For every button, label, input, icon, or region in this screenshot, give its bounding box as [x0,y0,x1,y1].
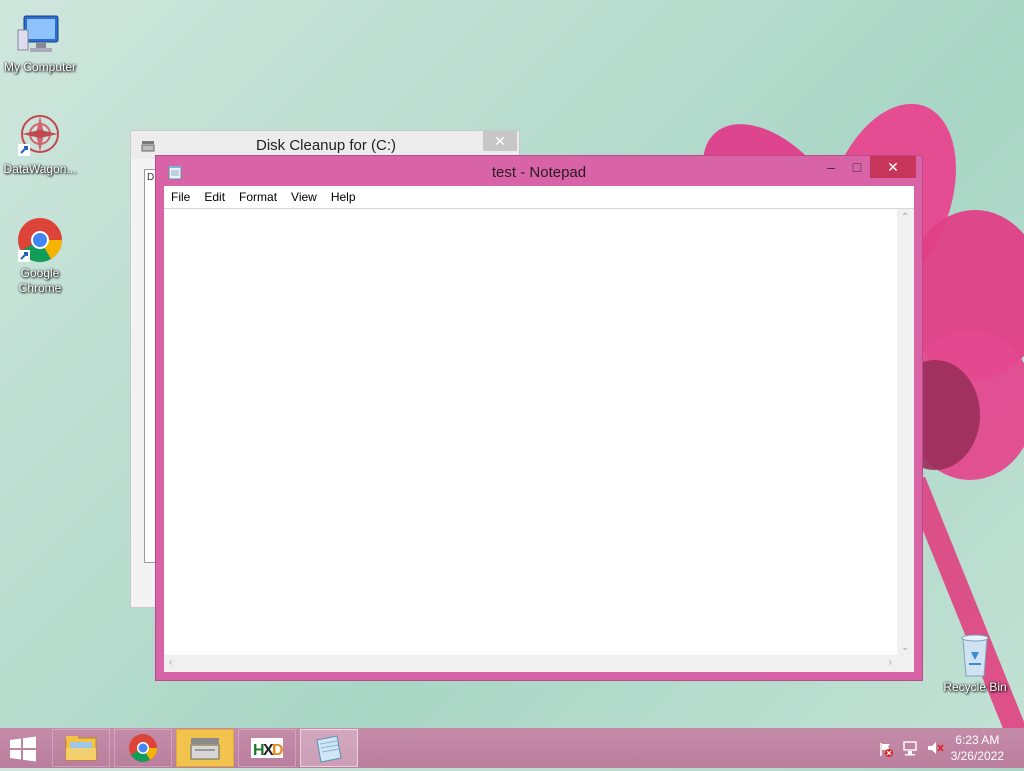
hxd-icon: HXD [251,738,284,759]
disk-cleanup-icon [141,139,157,152]
menu-file[interactable]: File [164,186,197,204]
volume-muted-icon[interactable] [926,740,944,761]
notepad-menubar: File Edit Format View Help [164,186,914,209]
desktop-icon-datawagon[interactable]: DataWagon... [0,112,80,177]
maximize-button[interactable]: □ [844,156,870,178]
network-icon[interactable] [902,740,920,761]
system-tray: 6:23 AM 3/26/2022 [864,728,1024,768]
scroll-down-arrow-icon[interactable]: ⌄ [901,642,909,653]
svg-text:D: D [272,742,284,759]
desktop-icon-label: Recycle Bin [943,680,1007,694]
notepad-icon [316,735,342,763]
computer-icon [16,10,64,58]
notepad-text-area[interactable]: ⌃ ⌄ ‹ › [164,209,914,672]
scroll-up-arrow-icon[interactable]: ⌃ [901,212,909,223]
desktop-icon-label: DataWagon... [3,162,77,176]
notepad-title: test - Notepad [491,164,587,181]
taskbar-file-explorer[interactable] [52,729,110,767]
horizontal-scrollbar[interactable]: ‹ › [164,655,897,672]
taskbar-notepad[interactable] [300,729,358,767]
scroll-right-arrow-icon[interactable]: › [889,657,892,668]
desktop-icon-google-chrome[interactable]: Google Chrome [0,216,80,296]
menu-help[interactable]: Help [324,186,363,204]
disk-cleanup-partial-text: D [147,172,155,183]
clock-date: 3/26/2022 [950,749,1004,763]
chrome-icon [16,216,64,264]
menu-edit[interactable]: Edit [197,186,232,204]
notepad-titlebar[interactable]: test - Notepad – □ ✕ [156,156,922,186]
desktop-icon-my-computer[interactable]: My Computer [0,10,80,75]
disk-cleanup-close-button[interactable]: ✕ [483,131,517,151]
desktop-icon-recycle-bin[interactable]: Recycle Bin [935,630,1015,695]
taskbar: HXD 6:23 AM 3/26/2022 [0,728,1024,768]
disk-cleanup-title: Disk Cleanup for (C:) [256,137,397,154]
vertical-scrollbar[interactable]: ⌃ ⌄ [897,209,914,655]
desktop-icon-label: My Computer [3,60,77,74]
close-button[interactable]: ✕ [870,156,916,178]
disk-cleanup-icon [190,738,220,760]
recycle-bin-icon [951,630,999,678]
taskbar-chrome[interactable] [114,729,172,767]
taskbar-hxd[interactable]: HXD [238,729,296,767]
datawagon-icon [16,112,64,160]
folder-icon [65,736,97,761]
scroll-left-arrow-icon[interactable]: ‹ [169,657,172,668]
minimize-button[interactable]: – [818,156,844,178]
notepad-window[interactable]: test - Notepad – □ ✕ File Edit Format View H… [155,155,923,681]
start-button[interactable] [8,736,40,762]
chrome-icon [129,734,157,762]
taskbar-disk-cleanup[interactable] [176,729,234,767]
action-center-flag-icon[interactable] [878,741,894,762]
windows-logo-icon [10,736,36,762]
menu-view[interactable]: View [284,186,324,204]
taskbar-clock[interactable]: 6:23 AM 3/26/2022 [951,732,1004,764]
desktop-icon-label: Google Chrome [18,266,62,295]
clock-time: 6:23 AM [955,733,1000,747]
resize-grip-icon[interactable] [897,655,914,672]
menu-format[interactable]: Format [232,186,284,204]
